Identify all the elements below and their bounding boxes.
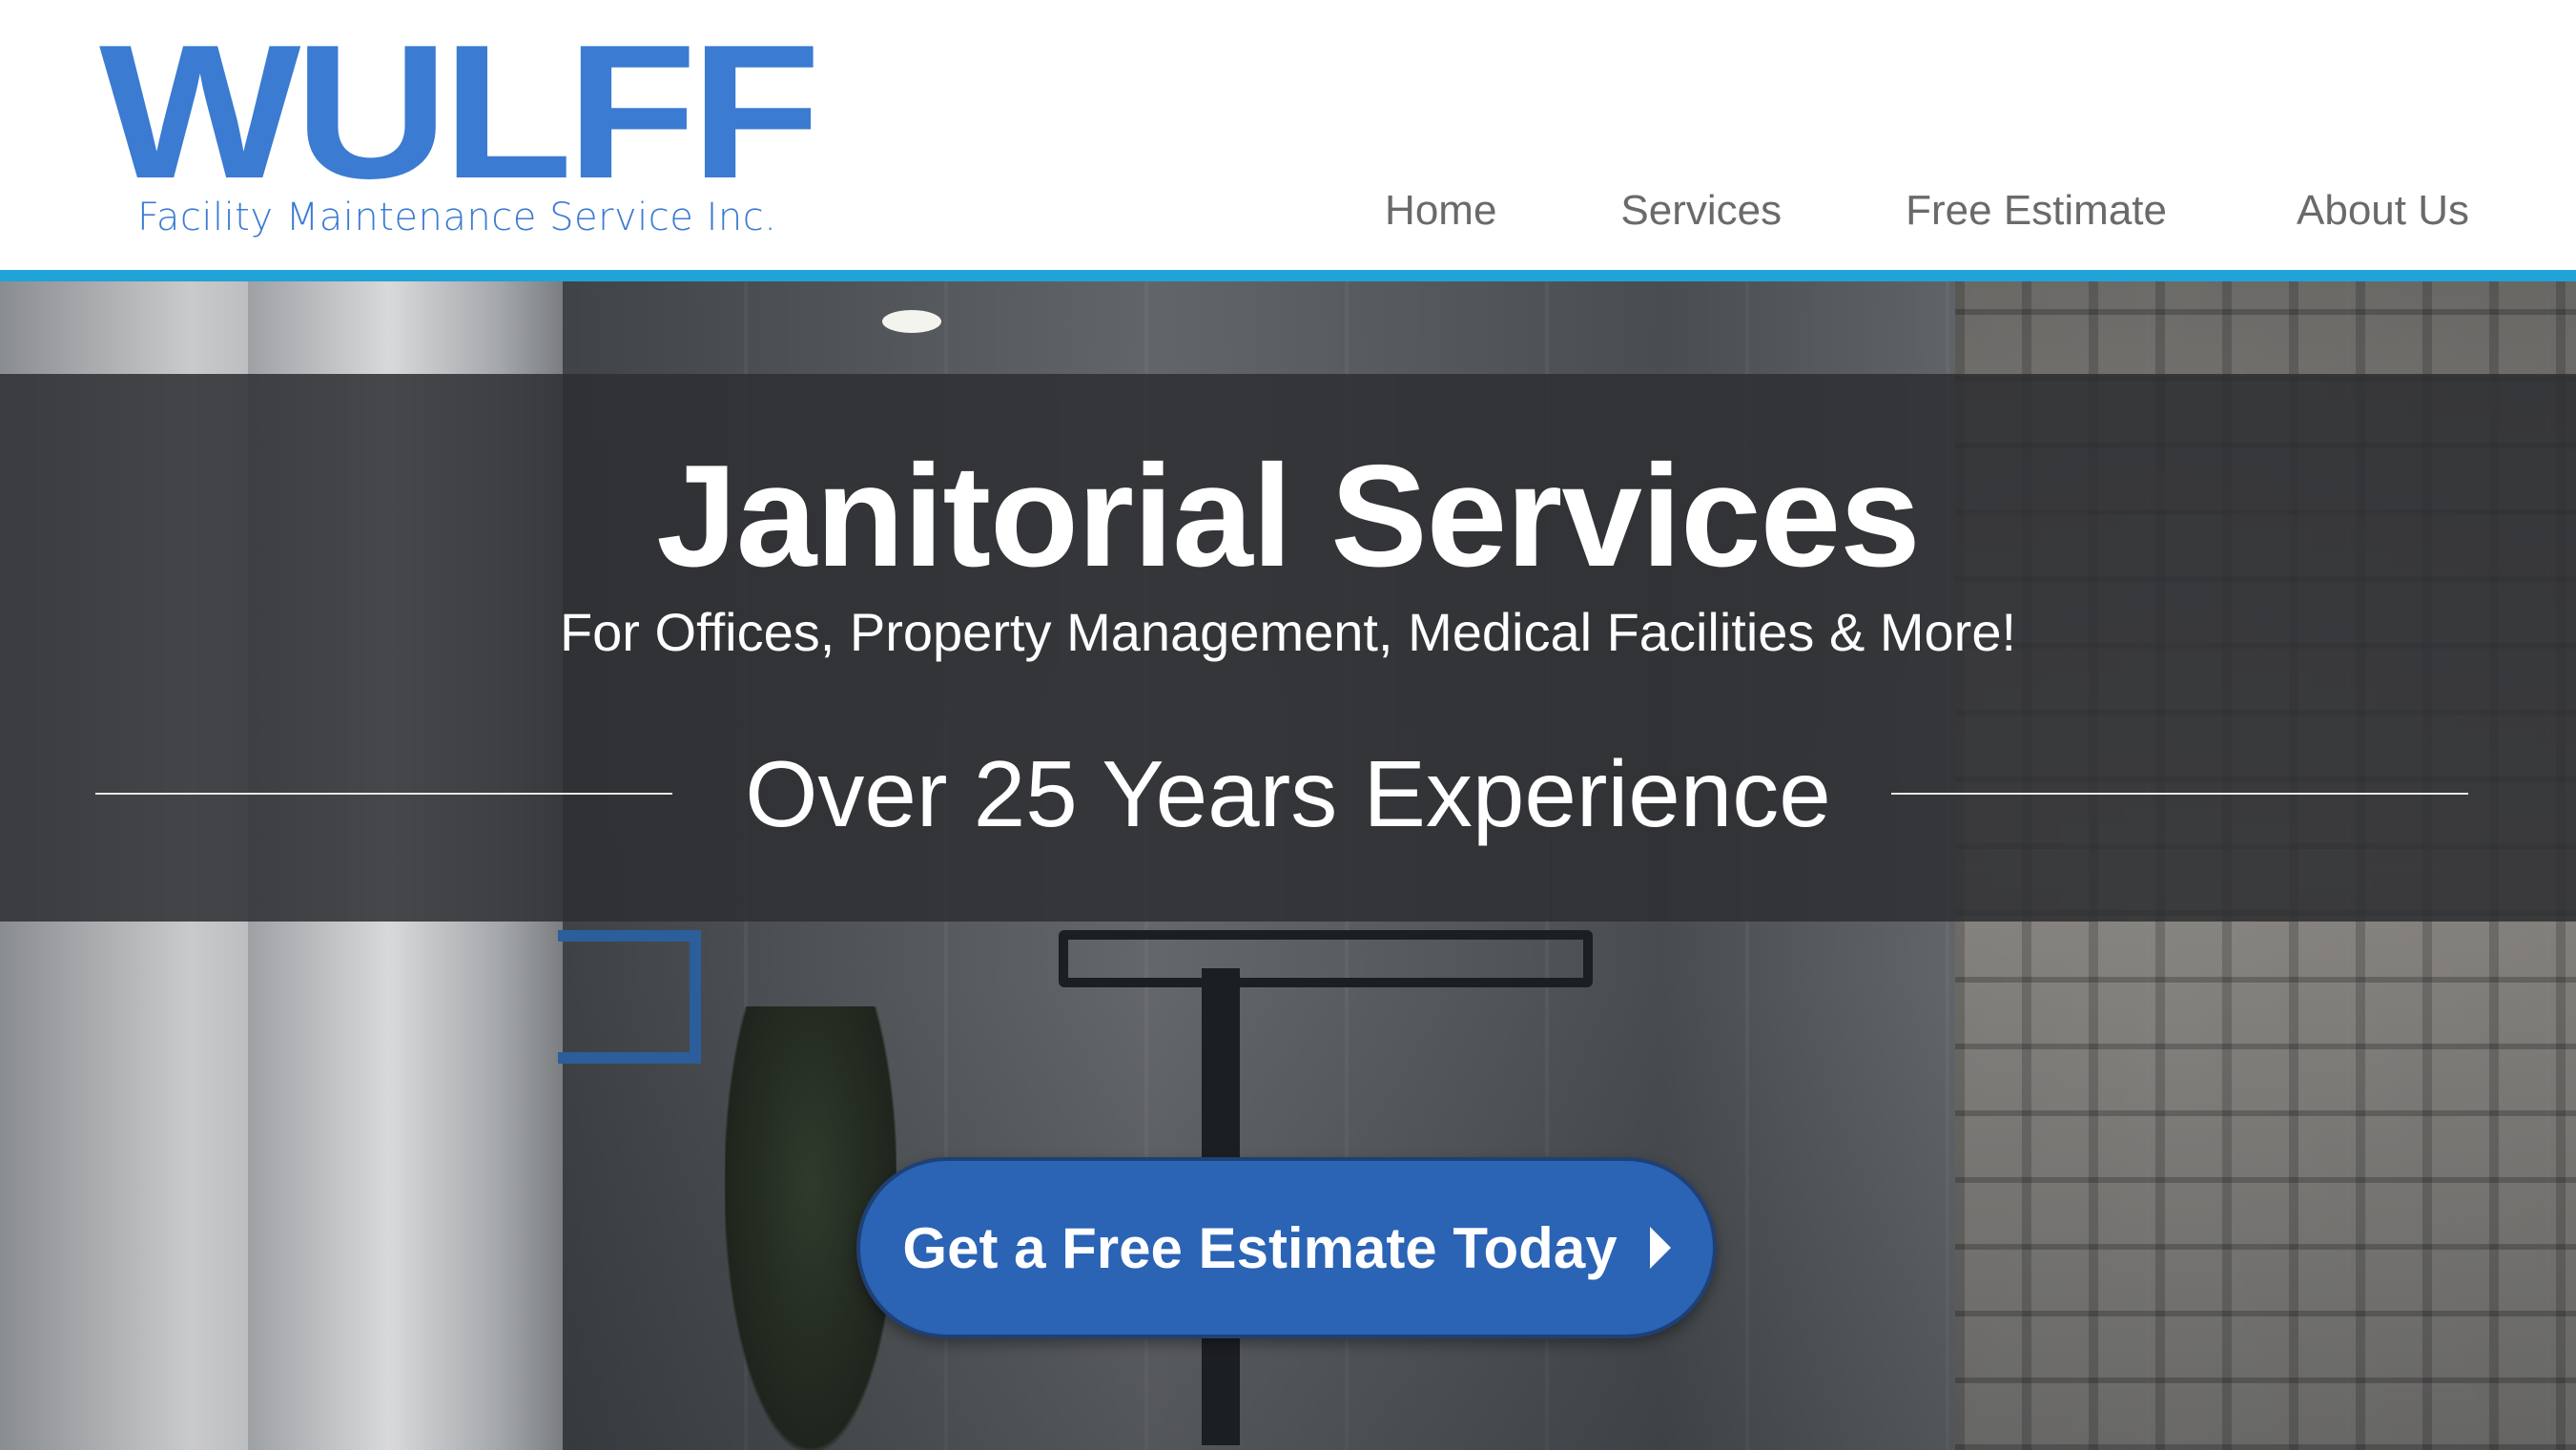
header-accent-bar [0, 270, 2576, 281]
experience-row: Over 25 Years Experience [0, 736, 2576, 851]
chevron-right-icon [1649, 1227, 1671, 1269]
ceiling-light [882, 310, 941, 333]
scissor-lift-rail [1059, 930, 1593, 987]
hero-title: Janitorial Services [656, 435, 1920, 597]
hero-subtitle: For Offices, Property Management, Medica… [559, 602, 2017, 662]
main-nav: Home Services Free Estimate About Us [1385, 187, 2469, 235]
brand-name: WULFF [99, 6, 821, 218]
divider-right [1891, 793, 2468, 795]
free-estimate-button[interactable]: Get a Free Estimate Today [856, 1157, 1717, 1338]
site-header: WULFF Facility Maintenance Service Inc. … [0, 0, 2576, 270]
nav-item-about-us[interactable]: About Us [2297, 187, 2469, 235]
nav-item-free-estimate[interactable]: Free Estimate [1906, 187, 2167, 235]
brand-tagline: Facility Maintenance Service Inc. [137, 196, 777, 239]
brand-logo[interactable]: WULFF Facility Maintenance Service Inc. [99, 17, 821, 248]
nav-item-services[interactable]: Services [1620, 187, 1782, 235]
free-estimate-button-label: Get a Free Estimate Today [902, 1215, 1618, 1280]
nav-item-home[interactable]: Home [1385, 187, 1496, 235]
blue-lift-frame [558, 930, 701, 1064]
